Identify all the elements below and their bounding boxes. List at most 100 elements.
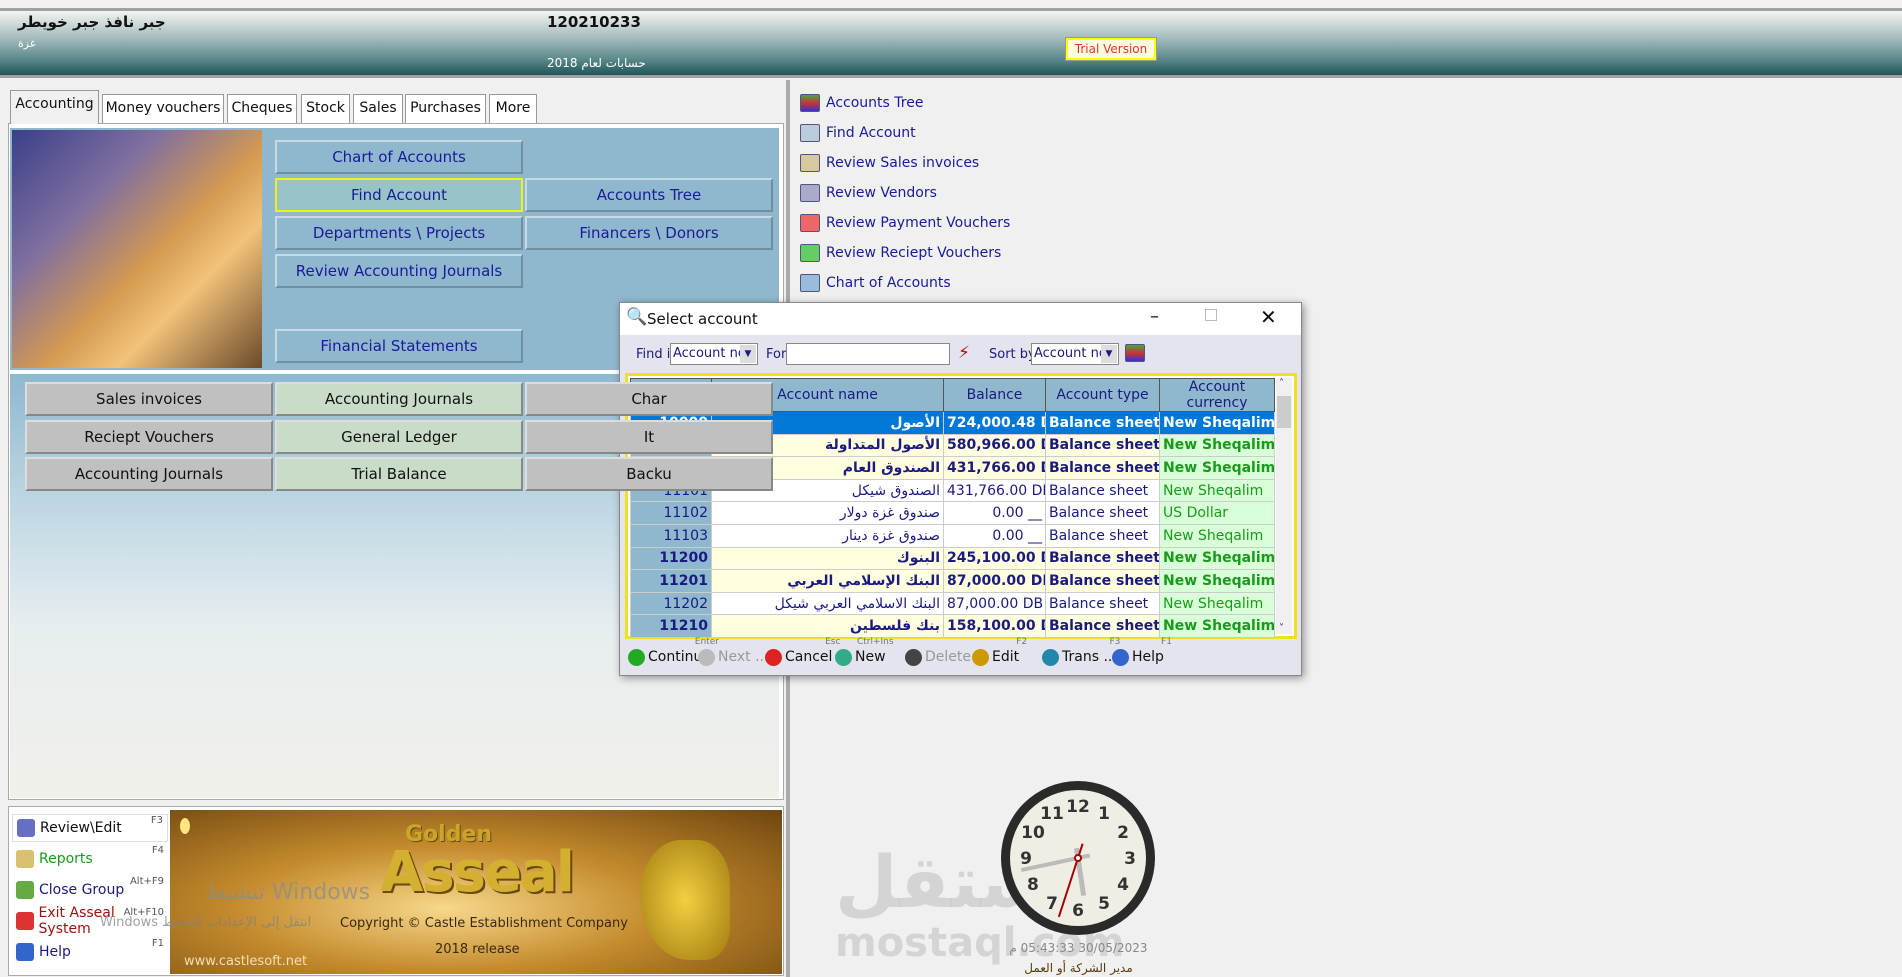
side-link-label: Review Vendors [826,185,937,201]
financers-donors-button[interactable]: Financers \ Donors [525,216,773,250]
menu-item-label: Close Group [39,882,125,898]
copyright-text: Copyright © Castle Establishment Company [340,916,628,931]
tab-more[interactable]: More [489,94,537,123]
chevron-down-icon[interactable]: ▼ [740,345,756,363]
review-accounting-journals-button[interactable]: Review Accounting Journals [275,254,523,288]
cell-type: Balance sheet [1045,569,1160,593]
tab-sales[interactable]: Sales [353,94,403,123]
table-row[interactable]: 11201 البنك الإسلامي العربي 87,000.00 DB Ba… [630,569,1275,593]
cell-currency: New Sheqalim [1159,411,1275,435]
scrollbar-thumb[interactable] [1277,396,1291,428]
quick-button-sales-invoices[interactable]: Sales invoices [25,382,273,416]
tab-stock[interactable]: Stock [301,94,350,123]
minimize-button[interactable]: – [1150,306,1159,327]
search-for-input[interactable] [786,343,950,365]
website-link[interactable]: www.castlesoft.net [184,954,307,969]
column-header[interactable]: Account currency [1159,378,1275,412]
financial-statements-button[interactable]: Financial Statements [275,329,523,363]
help-icon [1112,648,1129,666]
review-edit-icon [17,819,35,837]
quick-button-backu[interactable]: Backu [525,457,773,491]
tab-cheques[interactable]: Cheques [227,94,297,123]
delete-button[interactable]: Delete [905,645,971,669]
chart-of-accounts-button[interactable]: Chart of Accounts [275,140,523,174]
tree-view-icon[interactable] [1125,344,1145,362]
cell-currency: New Sheqalim [1159,456,1275,480]
side-link-review-payment-vouchers[interactable]: Review Payment Vouchers [800,211,1010,235]
table-row[interactable]: 11103 صندوق غزة دينار 0.00 __ Balance sheet… [630,523,1275,548]
tab-money-vouchers[interactable]: Money vouchers [102,94,224,123]
table-row[interactable]: 11202 البنك الاسلامي العربي شيكل 87,000.00… [630,591,1275,616]
quick-button-accounting-journals[interactable]: Accounting Journals [275,382,523,416]
column-header[interactable]: Account type [1045,378,1160,412]
button-label: Next .. [718,649,764,665]
side-link-review-vendors[interactable]: Review Vendors [800,181,937,205]
menu-item-review-edit[interactable]: Review\Edit F3 [12,814,168,842]
menu-item-close-group[interactable]: Close Group Alt+F9 [12,876,168,904]
cell-balance: 580,966.00 DB [943,433,1046,458]
next-icon [698,648,715,666]
menu-item-label: Help [39,944,71,960]
menu-item-help[interactable]: Help F1 [12,938,168,966]
side-link-chart-of-accounts[interactable]: Chart of Accounts [800,271,951,295]
continue-icon [628,648,645,666]
cancel-button[interactable]: Cancel Esc [765,637,840,669]
find-in-select[interactable]: Account no ▼ [670,343,758,365]
table-row[interactable]: 11210بنك فلسطين158,100.00 DBBalance shee… [630,614,1275,638]
new-button[interactable]: New Ctrl+Ins [835,637,894,669]
cell-type: Balance sheet [1045,478,1160,503]
trans-button[interactable]: Trans .. F3 [1042,637,1120,669]
quick-button-char[interactable]: Char [525,382,773,416]
cell-no: 11103 [630,523,712,548]
accounting-photo [12,130,262,368]
quick-button-accounting-journals[interactable]: Accounting Journals [25,457,273,491]
cell-balance: 158,100.00 DB [943,614,1046,638]
lightbulb-icon [180,818,190,834]
menu-item-reports[interactable]: Reports F4 [12,845,168,873]
quick-button-reciept-vouchers[interactable]: Reciept Vouchers [25,420,273,454]
column-header[interactable]: Balance [943,378,1046,412]
fiscal-year: حسابات لعام 2018 [547,56,646,70]
chevron-down-icon[interactable]: ▼ [1101,345,1117,363]
clock-numeral: 10 [1021,823,1045,843]
shortcut-key: F1 [1161,637,1172,647]
table-row[interactable]: 11200البنوك245,100.00 DBBalance sheetNew… [630,546,1275,571]
cell-currency: US Dollar [1159,501,1275,525]
windows-activation-title: تنشيط Windows [205,880,371,905]
binoculars-search-icon[interactable]: ⚡ [958,343,970,363]
maximize-button[interactable] [1205,309,1217,321]
edit-button[interactable]: Edit F2 [972,637,1027,669]
next-button[interactable]: Next .. [698,645,764,669]
cell-balance: 431,766.00 DB [943,456,1046,480]
close-button[interactable]: ✕ [1260,305,1277,329]
user-role: مدير الشركة أو العمل [1024,961,1133,975]
cell-currency: New Sheqalim [1159,591,1275,616]
shortcut-key: F4 [151,845,164,856]
clock-datetime: 30/05/2023 05:43:33 م [1009,941,1148,955]
accounts-tree-button[interactable]: Accounts Tree [525,178,773,212]
table-row[interactable]: 11102 صندوق غزة دولار 0.00 __ Balance sheet… [630,501,1275,525]
shortcut-key: F1 [151,938,164,949]
help-icon [16,943,34,961]
tab-purchases[interactable]: Purchases [405,94,486,123]
magnifier-icon: 🔍 [626,307,648,327]
side-link-find-account[interactable]: Find Account [800,121,916,145]
receipt-grid-icon [800,244,820,262]
side-link-review-sales-invoices[interactable]: Review Sales invoices [800,151,979,175]
quick-button-general-ledger[interactable]: General Ledger [275,420,523,454]
shortcut-key: F3 [150,815,163,826]
cell-type: Balance sheet [1045,433,1160,458]
side-link-accounts-tree[interactable]: Accounts Tree [800,91,923,115]
dialog-titlebar[interactable]: 🔍 Select account – ✕ [620,303,1301,335]
clock-numeral: 4 [1117,875,1129,895]
help-button[interactable]: Help F1 [1112,637,1172,669]
quick-button-it[interactable]: It [525,420,773,454]
cell-currency: New Sheqalim [1159,478,1275,503]
sort-by-select[interactable]: Account no ▼ [1031,343,1119,365]
find-account-button[interactable]: Find Account [275,178,523,212]
grid-scrollbar[interactable]: ˄ ˅ [1276,378,1292,634]
departments-projects-button[interactable]: Departments \ Projects [275,216,523,250]
quick-button-trial-balance[interactable]: Trial Balance [275,457,523,491]
tab-accounting[interactable]: Accounting [10,90,99,124]
side-link-review-reciept-vouchers[interactable]: Review Reciept Vouchers [800,241,1001,265]
